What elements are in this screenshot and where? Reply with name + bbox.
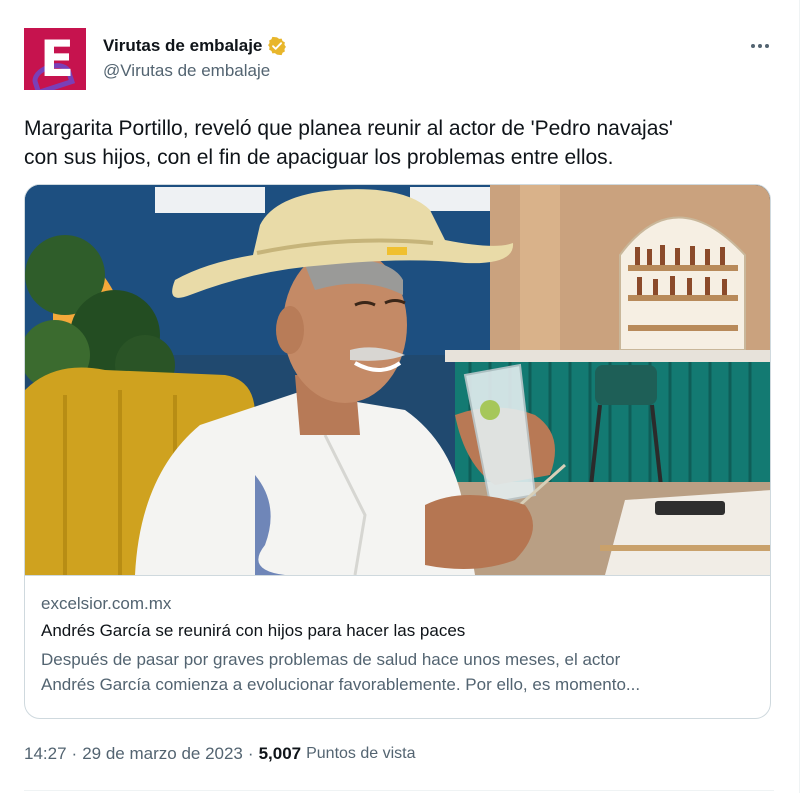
avatar-letter: E [40,30,75,88]
verified-badge-icon[interactable] [267,36,287,56]
author-block: Virutas de embalaje @Virutas de embalaje [103,35,287,81]
card-description: Después de pasar por graves problemas de… [41,647,756,697]
card-photo [25,185,770,575]
separator-dot: · [247,744,254,763]
tweet: E Virutas de embalaje @Virutas de embala… [0,0,800,793]
views-label[interactable]: Puntos de vista [306,745,415,763]
card-title[interactable]: Andrés García se reunirá con hijos para … [41,621,465,641]
tweet-text-line: Margarita Portillo, reveló que planea re… [24,117,673,140]
tweet-text: Margarita Portillo, reveló que planea re… [24,114,774,172]
display-name-row: Virutas de embalaje [103,35,287,57]
more-horizontal-icon[interactable] [748,36,772,56]
tweet-text-line: con sus hijos, con el fin de apaciguar l… [24,146,614,169]
card-body[interactable]: excelsior.com.mx Andrés García se reunir… [25,575,770,718]
handle[interactable]: @Virutas de embalaje [103,61,287,81]
card-domain[interactable]: excelsior.com.mx [41,594,171,614]
avatar[interactable]: E [24,28,86,90]
tweet-time[interactable]: 14:27 [24,744,67,764]
tweet-meta: 14:27 · 29 de marzo de 2023 · 5,007 Punt… [24,744,416,764]
display-name[interactable]: Virutas de embalaje [103,36,262,56]
tweet-date[interactable]: 29 de marzo de 2023 [82,744,243,764]
separator-dot: · [71,744,78,763]
link-card[interactable]: excelsior.com.mx Andrés García se reunir… [24,184,771,719]
card-image[interactable] [25,185,770,575]
card-description-line: Después de pasar por graves problemas de… [41,650,621,669]
divider [24,790,774,791]
views-count[interactable]: 5,007 [259,744,302,764]
card-description-line: Andrés García comienza a evolucionar fav… [41,675,641,694]
